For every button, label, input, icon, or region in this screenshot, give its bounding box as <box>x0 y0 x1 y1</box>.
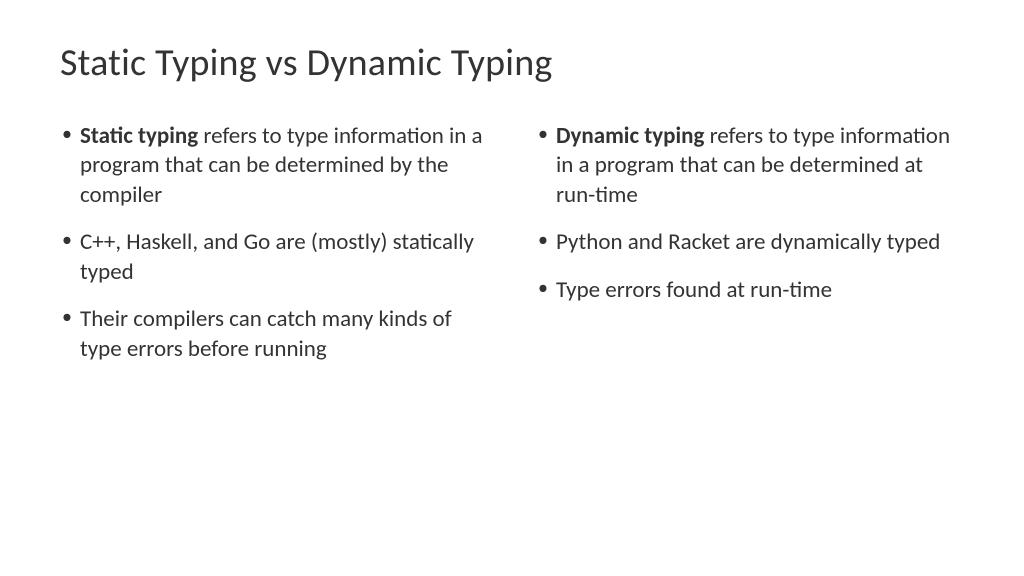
list-item: Python and Racket are dynamically typed <box>536 228 964 257</box>
slide-title: Static Typing vs Dynamic Typing <box>60 40 964 86</box>
list-item: Type errors found at run-time <box>536 276 964 305</box>
list-item: Dynamic typing refers to type informatio… <box>536 122 964 210</box>
list-item: C++, Haskell, and Go are (mostly) static… <box>60 228 488 287</box>
bullet-text: C++, Haskell, and Go are (mostly) static… <box>80 228 474 285</box>
bullet-text: Python and Racket are dynamically typed <box>556 228 940 256</box>
bullet-text: Type errors found at run-time <box>556 276 832 304</box>
list-item: Static typing refers to type information… <box>60 122 488 210</box>
right-column: Dynamic typing refers to type informatio… <box>536 122 964 382</box>
right-bullet-list: Dynamic typing refers to type informatio… <box>536 122 964 305</box>
bullet-bold: Dynamic typing <box>556 122 704 150</box>
list-item: Their compilers can catch many kinds of … <box>60 305 488 364</box>
bullet-bold: Static typing <box>80 122 198 150</box>
left-bullet-list: Static typing refers to type information… <box>60 122 488 364</box>
bullet-text: Their compilers can catch many kinds of … <box>80 305 452 362</box>
left-column: Static typing refers to type information… <box>60 122 488 382</box>
content-columns: Static typing refers to type information… <box>60 122 964 382</box>
